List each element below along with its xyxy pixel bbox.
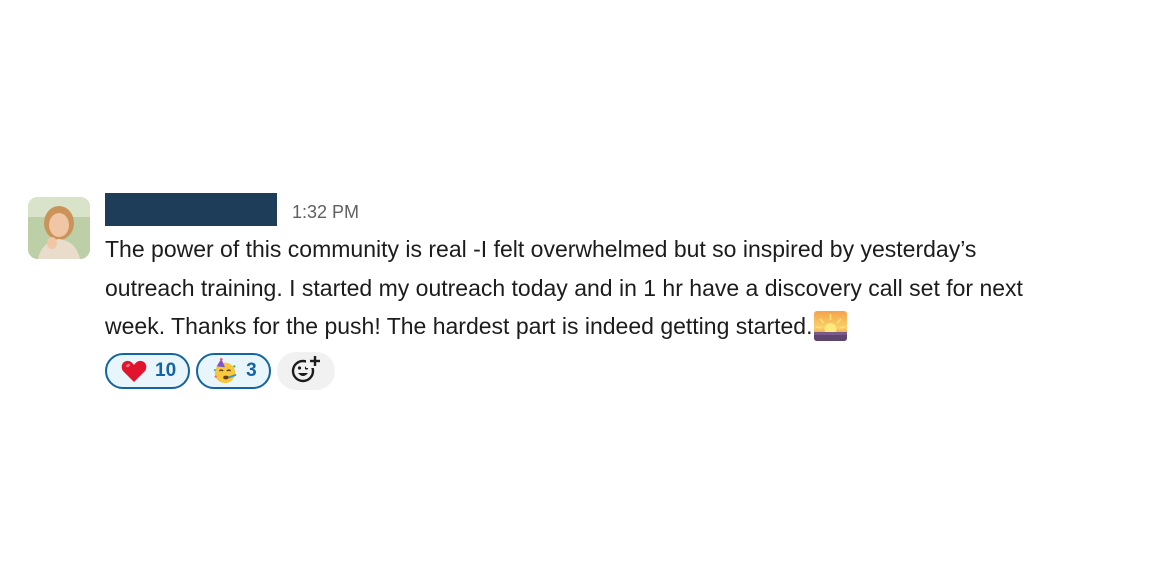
- message-body: The power of this community is real -I f…: [105, 230, 1145, 346]
- reaction-count: 3: [246, 360, 257, 381]
- sunrise-emoji: [814, 311, 848, 341]
- timestamp[interactable]: 1:32 PM: [292, 202, 359, 223]
- avatar[interactable]: [28, 197, 90, 259]
- message-line: The power of this community is real -I f…: [105, 236, 977, 262]
- heart-emoji: [121, 358, 147, 384]
- avatar-photo: [28, 197, 90, 259]
- author-name-redacted[interactable]: [105, 193, 277, 226]
- reaction-partying-face[interactable]: 3: [196, 353, 271, 389]
- message-line-text: week. Thanks for the push! The hardest p…: [105, 313, 813, 339]
- reaction-count: 10: [155, 360, 177, 381]
- partying-face-emoji: [212, 358, 238, 384]
- message-line: outreach training. I started my outreach…: [105, 274, 1023, 301]
- add-reaction-icon: [290, 354, 322, 389]
- message-content: 1:32 PM The power of this community is r…: [105, 193, 1145, 346]
- reaction-heart[interactable]: 10: [105, 353, 191, 389]
- reactions-bar: 10 3: [105, 351, 335, 391]
- add-reaction-button[interactable]: [276, 352, 335, 390]
- message-line: week. Thanks for the push! The hardest p…: [105, 307, 1145, 346]
- message-header: 1:32 PM: [105, 193, 1145, 227]
